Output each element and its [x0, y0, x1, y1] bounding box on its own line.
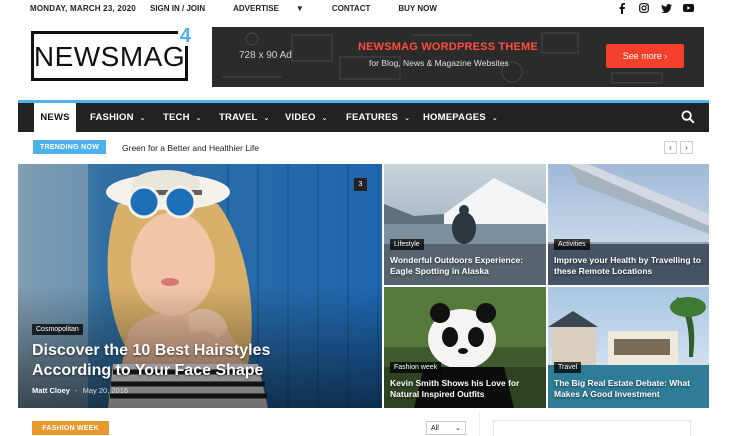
instagram-icon[interactable] [638, 2, 650, 14]
search-icon[interactable] [681, 110, 695, 124]
nav-item-homepages[interactable]: HOMEPAGES ⌄ [423, 103, 498, 132]
category-label[interactable]: Activities [554, 239, 590, 250]
featured-article[interactable]: 3 Cosmopolitan Discover the 10 Best Hair… [18, 164, 382, 408]
logo-wordmark: NEWSMAG [33, 41, 186, 72]
chevron-down-icon: ⌄ [263, 114, 270, 122]
advertise-label: ADVERTISE [233, 4, 279, 13]
nav-item-travel[interactable]: TRAVEL ⌄ [219, 103, 270, 132]
youtube-icon[interactable] [682, 2, 694, 14]
twitter-icon[interactable] [660, 2, 672, 14]
category-label[interactable]: Cosmopolitan [32, 324, 83, 335]
chevron-down-icon: ⌄ [491, 114, 498, 122]
nav-item-features[interactable]: FEATURES ⌄ [346, 103, 410, 132]
article-headline[interactable]: Improve your Health by Travelling to the… [554, 255, 704, 277]
nav-item-label: HOMEPAGES [423, 112, 486, 123]
nav-item-label: NEWS [40, 112, 70, 123]
chevron-down-icon: ⌄ [195, 114, 202, 122]
ad-banner[interactable]: 728 x 90 Ad NEWSMAG WORDPRESS THEME for … [212, 27, 704, 87]
contact-label: CONTACT [331, 4, 371, 13]
nav-item-label: FEATURES [346, 112, 399, 123]
contact-link[interactable]: CONTACT [332, 4, 385, 13]
article-tile[interactable]: Lifestyle Wonderful Outdoors Experience:… [384, 164, 546, 285]
main-nav: NEWS FASHION ⌄ TECH ⌄ TRAVEL ⌄ VIDEO ⌄ FEATU… [18, 103, 709, 132]
advertise-link[interactable]: ADVERTISE ▼ [233, 4, 318, 13]
article-headline[interactable]: Kevin Smith Shows his Love for Natural I… [390, 378, 540, 400]
article-tile[interactable]: Activities Improve your Health by Travel… [548, 164, 709, 285]
filter-select[interactable]: All ⌄ [426, 421, 466, 435]
author-name[interactable]: Matt Cloey [32, 386, 70, 395]
nav-item-label: FASHION [90, 112, 134, 123]
top-links: SIGN IN / JOIN ADVERTISE ▼ CONTACT BUY NO… [150, 4, 465, 13]
article-headline[interactable]: Wonderful Outdoors Experience: Eagle Spo… [390, 255, 540, 277]
ad-size-label: 728 x 90 Ad [239, 50, 292, 61]
category-label[interactable]: Travel [554, 362, 582, 373]
prev-arrow-button[interactable]: ‹ [664, 141, 677, 154]
chevron-down-icon: ▼ [295, 4, 304, 13]
facebook-icon[interactable] [616, 2, 628, 14]
nav-item-label: TECH [163, 112, 190, 123]
nav-item-news[interactable]: NEWS [34, 103, 76, 132]
site-logo[interactable]: NEWSMAG 4 [31, 26, 193, 81]
publish-date: May 20, 2016 [82, 386, 129, 395]
chevron-down-icon: ⌄ [404, 114, 411, 122]
meta-separator: - [75, 386, 78, 395]
chevron-down-icon: ⌄ [139, 114, 146, 122]
sidebar-widget [493, 420, 691, 436]
block-title-fashion-week: FASHION WEEK [32, 421, 109, 435]
trending-label: TRENDING NOW [33, 140, 106, 154]
social-icons [616, 2, 694, 14]
category-label[interactable]: Fashion week [390, 362, 442, 373]
nav-item-fashion[interactable]: FASHION ⌄ [90, 103, 146, 132]
trending-bar: TRENDING NOW Green for a Better and Heal… [18, 138, 709, 158]
featured-headline[interactable]: Discover the 10 Best Hairstyles Accordin… [32, 341, 302, 381]
category-label[interactable]: Lifestyle [390, 239, 424, 250]
ad-subtitle: for Blog, News & Magazine Websites [369, 58, 509, 68]
comment-count-badge: 3 [354, 178, 367, 191]
filter-selected-value: All [431, 424, 439, 432]
article-tile[interactable]: Fashion week Kevin Smith Shows his Love … [384, 287, 546, 408]
buy-now-link[interactable]: BUY NOW [398, 4, 451, 13]
sign-in-label: SIGN IN / JOIN [150, 4, 206, 13]
buy-now-label: BUY NOW [398, 4, 437, 13]
chevron-down-icon: ⌄ [321, 114, 328, 122]
nav-item-label: VIDEO [285, 112, 316, 123]
top-bar: MONDAY, MARCH 23, 2020 SIGN IN / JOIN AD… [0, 0, 730, 18]
chevron-down-icon: ⌄ [455, 425, 461, 432]
logo-version-number: 4 [177, 25, 193, 47]
see-more-button[interactable]: See more › [606, 44, 684, 68]
sign-in-link[interactable]: SIGN IN / JOIN [150, 4, 219, 13]
article-meta: Matt Cloey - May 20, 2016 [32, 386, 128, 395]
column-divider [479, 412, 480, 436]
nav-item-label: TRAVEL [219, 112, 258, 123]
next-arrow-button[interactable]: › [680, 141, 693, 154]
ad-title: NEWSMAG WORDPRESS THEME [358, 41, 538, 53]
article-tile[interactable]: Travel The Big Real Estate Debate: What … [548, 287, 709, 408]
trending-arrows: ‹ › [664, 141, 693, 154]
article-headline[interactable]: The Big Real Estate Debate: What Makes A… [554, 378, 704, 400]
trending-headline[interactable]: Green for a Better and Healthier Life [122, 143, 259, 153]
nav-item-tech[interactable]: TECH ⌄ [163, 103, 202, 132]
current-date: MONDAY, MARCH 23, 2020 [30, 4, 136, 13]
nav-item-video[interactable]: VIDEO ⌄ [285, 103, 328, 132]
